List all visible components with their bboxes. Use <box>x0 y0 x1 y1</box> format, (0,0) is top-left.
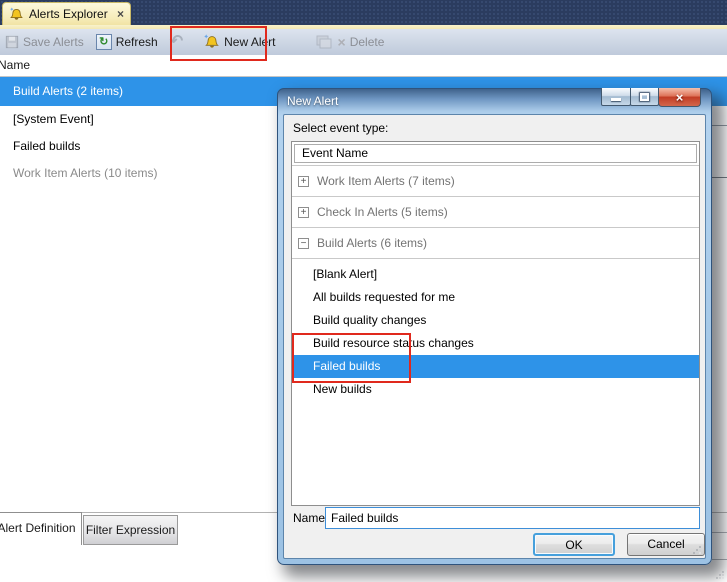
row-label: [System Event] <box>13 112 94 126</box>
event-name-column-header[interactable]: Event Name <box>294 144 697 163</box>
dialog-body: Select event type: Event Name + Work Ite… <box>283 114 706 559</box>
tab-alerts-explorer[interactable]: Alerts Explorer × <box>2 2 131 25</box>
event-item-build-quality-changes[interactable]: Build quality changes <box>292 309 699 332</box>
minimize-button[interactable] <box>601 88 631 106</box>
collapse-minus-icon[interactable]: − <box>298 237 309 249</box>
row-label: Work Item Alerts (10 items) <box>13 166 158 180</box>
tab-label: Alerts Explorer <box>29 7 108 21</box>
maximize-button[interactable] <box>630 88 659 106</box>
properties-button[interactable] <box>313 31 335 53</box>
resize-grip-icon[interactable] <box>692 545 702 555</box>
row-label: Build Alerts (2 items) <box>13 84 124 98</box>
event-item-blank-alert[interactable]: [Blank Alert] <box>292 263 699 286</box>
delete-icon: × <box>337 34 346 50</box>
close-button[interactable]: × <box>658 88 701 107</box>
row-label: Failed builds <box>13 139 81 153</box>
save-alerts-label: Save Alerts <box>23 35 84 49</box>
refresh-icon: ↻ <box>95 34 112 50</box>
alerts-explorer-window: Alerts Explorer × Save Alerts ↻ Refresh … <box>0 0 727 582</box>
tab-close-icon[interactable]: × <box>117 8 124 20</box>
new-alert-dialog: New Alert × Select event type: Event Nam… <box>277 88 712 565</box>
toolbar: Save Alerts ↻ Refresh ↶ New Alert × Dele… <box>0 29 727 56</box>
group-label: Build Alerts (6 items) <box>317 236 428 250</box>
background-line <box>712 532 727 533</box>
name-column-header[interactable]: Name <box>0 55 727 77</box>
group-label: Check In Alerts (5 items) <box>317 205 448 219</box>
expand-plus-icon[interactable]: + <box>298 175 309 187</box>
refresh-label: Refresh <box>115 35 158 49</box>
annotation-box-new-alert <box>170 26 267 61</box>
save-icon <box>5 35 19 49</box>
event-type-list: Event Name + Work Item Alerts (7 items) … <box>291 141 700 506</box>
alerts-bell-icon <box>10 6 23 20</box>
alert-name-input[interactable] <box>325 507 700 529</box>
annotation-box-failed-builds <box>292 333 411 383</box>
event-group-work-item-alerts[interactable]: + Work Item Alerts (7 items) <box>292 166 699 197</box>
properties-icon <box>316 35 331 49</box>
refresh-button[interactable]: ↻ Refresh <box>93 31 161 53</box>
delete-button[interactable]: × Delete <box>335 31 388 53</box>
corner-grip-icon <box>716 571 724 579</box>
delete-label: Delete <box>349 35 385 49</box>
minimize-icon <box>611 98 621 101</box>
event-group-check-in-alerts[interactable]: + Check In Alerts (5 items) <box>292 197 699 228</box>
dialog-title-bar[interactable]: New Alert <box>287 89 338 113</box>
save-alerts-button[interactable]: Save Alerts <box>2 31 87 53</box>
tab-alert-definition[interactable]: Alert Definition <box>0 512 82 545</box>
maximize-icon <box>640 92 649 101</box>
tab-filter-expression[interactable]: Filter Expression <box>83 515 178 545</box>
event-item-all-builds-requested[interactable]: All builds requested for me <box>292 286 699 309</box>
event-group-build-alerts[interactable]: − Build Alerts (6 items) <box>292 228 699 259</box>
background-line <box>712 177 727 178</box>
select-event-type-label: Select event type: <box>293 121 389 135</box>
expand-plus-icon[interactable]: + <box>298 206 309 218</box>
background-line <box>712 125 727 126</box>
ok-button[interactable]: OK <box>533 533 615 556</box>
group-label: Work Item Alerts (7 items) <box>317 174 455 188</box>
dialog-caption-buttons: × <box>601 88 701 107</box>
background-line <box>712 559 727 560</box>
name-field-label: Name <box>293 511 326 525</box>
